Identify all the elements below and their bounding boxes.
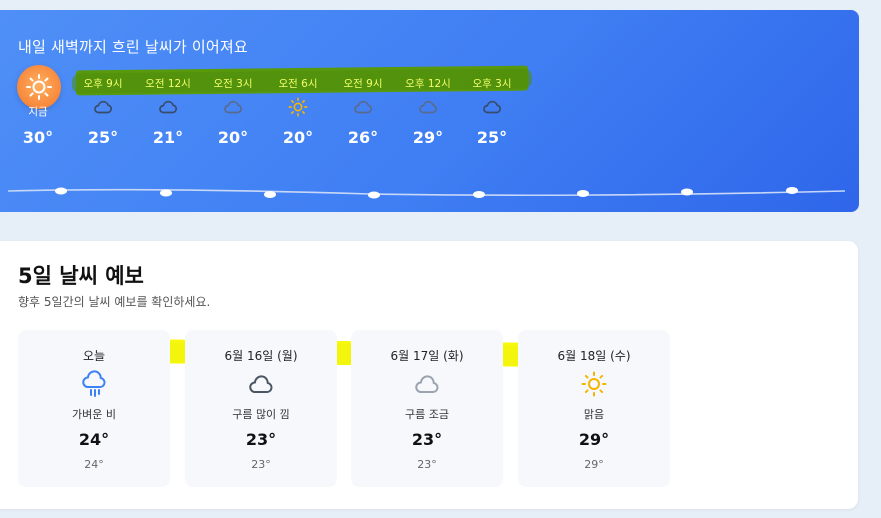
hourly-title: 내일 새벽까지 흐린 날씨가 이어져요 (18, 38, 248, 56)
day-high-temp: 29° (578, 430, 610, 449)
curve-point (786, 187, 798, 194)
day-low-temp: 23° (417, 458, 437, 471)
day-date: 오늘 (82, 349, 106, 363)
hour-label: 오후 9시 (83, 78, 123, 90)
day-card[interactable]: 6월 17일 (화) 구름 조금 23° 23° (351, 330, 503, 487)
hour-label: 오후 3시 (472, 78, 512, 90)
temperature-curve (7, 187, 846, 199)
day-date: 6월 18일 (수) (557, 349, 631, 363)
hour-label: 오전 9시 (343, 78, 383, 90)
curve-point (577, 190, 589, 197)
hour-temp: 21° (152, 128, 184, 147)
five-day-forecast-card: 5일 날씨 예보 향후 5일간의 날씨 예보를 확인하세요. 오늘 가벼운 비 … (0, 241, 858, 509)
day-desc: 구름 조금 (405, 408, 449, 421)
hour-label: 오전 6시 (278, 78, 318, 90)
hour-temp: 25° (476, 128, 508, 147)
day-desc: 맑음 (583, 408, 605, 421)
cloud-icon (247, 370, 275, 398)
sun-icon (287, 96, 309, 118)
cloud-icon (352, 96, 374, 118)
day-high-temp: 23° (245, 430, 277, 449)
curve-point (473, 191, 485, 198)
cloud-icon (417, 96, 439, 118)
day-high-temp: 23° (411, 430, 443, 449)
hour-temp: 30° (22, 128, 54, 147)
hour-temp: 26° (347, 128, 379, 147)
hour-temp: 20° (282, 128, 314, 147)
forecast-title: 5일 날씨 예보 (18, 264, 144, 288)
hour-label: 오후 12시 (405, 78, 451, 90)
cloud-icon (222, 96, 244, 118)
sun-icon (580, 370, 608, 398)
day-desc: 가벼운 비 (72, 408, 116, 421)
sun-icon (17, 65, 61, 109)
day-card-today[interactable]: 오늘 가벼운 비 24° 24° (18, 330, 170, 487)
day-desc: 구름 많이 낌 (232, 408, 290, 421)
day-date: 6월 17일 (화) (390, 349, 464, 363)
hour-temp: 29° (412, 128, 444, 147)
day-high-temp: 24° (78, 430, 110, 449)
cloud-icon (92, 96, 114, 118)
day-date: 6월 16일 (월) (224, 349, 298, 363)
rain-icon (80, 370, 108, 398)
curve-point (368, 191, 380, 199)
day-low-temp: 23° (251, 458, 271, 471)
curve-point (55, 187, 67, 195)
hour-label: 오전 12시 (145, 78, 191, 90)
cloud-icon (413, 370, 441, 398)
day-low-temp: 29° (584, 458, 604, 471)
hour-temp: 25° (87, 128, 119, 147)
cloud-icon (157, 96, 179, 118)
curve-point (160, 189, 172, 197)
hour-temp: 20° (217, 128, 249, 147)
hour-label: 지금 (28, 106, 48, 118)
curve-point (681, 188, 693, 196)
hourly-weather-panel: 내일 새벽까지 흐린 날씨가 이어져요 지금 30° 오후 9시 25° 오전 … (0, 10, 859, 212)
cloud-icon (481, 96, 503, 118)
forecast-subtitle: 향후 5일간의 날씨 예보를 확인하세요. (18, 295, 211, 309)
day-card[interactable]: 6월 18일 (수) 맑음 29° 29° (518, 330, 670, 487)
day-low-temp: 24° (84, 458, 104, 471)
hour-label: 오전 3시 (213, 78, 253, 90)
day-card[interactable]: 6월 16일 (월) 구름 많이 낌 23° 23° (185, 330, 337, 487)
curve-point (264, 191, 276, 198)
